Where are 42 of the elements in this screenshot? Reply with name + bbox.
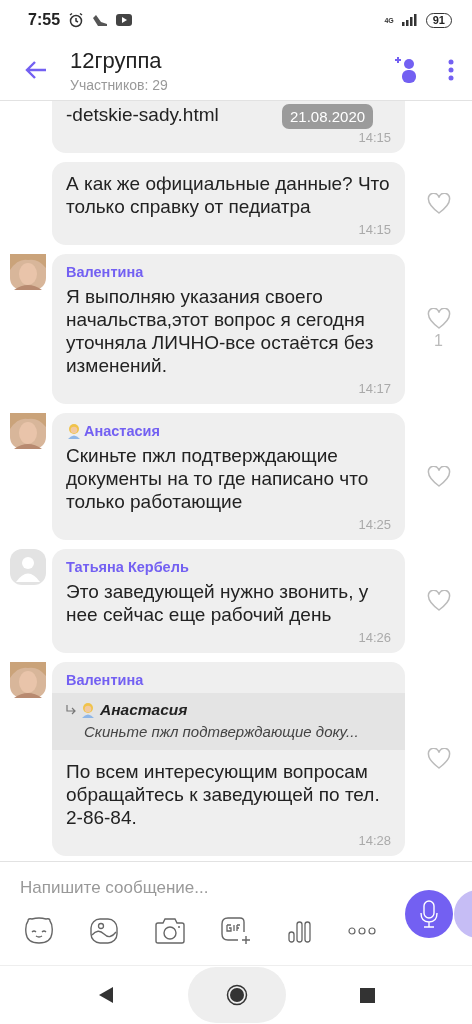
sender-name: Валентина [66, 264, 144, 280]
quoted-sender: Анастасия [100, 701, 188, 719]
sender-name: Татьяна Кербель [66, 559, 189, 575]
message-text: -detskie-sady.html [66, 103, 219, 126]
participants-count: Участников: 29 [70, 76, 168, 93]
sender-name: Валентина [66, 672, 144, 688]
message-bubble[interactable]: А как же официальные данные? Что только справку от педиатра 14:15 [52, 162, 405, 245]
microphone-button[interactable] [405, 890, 453, 938]
message-text: А как же официальные данные? Что только справку от педиатра [66, 172, 391, 218]
message-bubble[interactable]: Валентина Я выполняю указания своего начальства,этот вопрос я сегодня уточняла ЛИЧНО-все остаётся без изменений. 14:17 [52, 254, 405, 404]
message-bubble[interactable]: Валентина Анастасия Скиньте пжл подтверждающие доку... По всем интересующим вопросам обращайтесь к заведующей по тел. 2-86-84. 14:28 [52, 662, 405, 856]
person-emoji-icon [80, 702, 96, 718]
message-time: 14:15 [357, 130, 392, 145]
message-time: 14:26 [357, 630, 392, 645]
signal-icon [401, 14, 418, 26]
chat-title: 12группа [70, 47, 163, 74]
message-text: Это заведующей нужно звонить, у нее сейчас еще рабочий день [66, 580, 370, 626]
more-icon[interactable] [448, 59, 454, 81]
shoe-icon [92, 13, 109, 27]
message-bubble[interactable]: Татьяна Кербель Это заведующей нужно звонить, у нее сейчас еще рабочий день 14:26 [52, 549, 405, 653]
message-input[interactable]: Напишите сообщение... [20, 877, 390, 898]
like-count: 1 [434, 332, 443, 350]
message-time: 14:15 [357, 222, 392, 237]
quoted-text: Скиньте пжл подтверждающие доку... [83, 723, 360, 740]
message-text: Скиньте пжл подтверждающие документы на то где написано что только работающие [66, 444, 370, 513]
microphone-icon[interactable] [419, 899, 439, 929]
nav-home-button[interactable] [187, 967, 286, 1023]
alarm-icon [68, 12, 85, 28]
message-time: 14:25 [357, 517, 392, 532]
quoted-message[interactable]: Анастасия Скиньте пжл подтверждающие доку... [52, 693, 405, 750]
play-icon [116, 14, 133, 26]
message-text: По всем интересующим вопросам обращайтесь к заведующей по тел. 2-86-84. [66, 760, 381, 829]
date-chip: 21.08.2020 [282, 104, 374, 129]
person-emoji-icon [66, 423, 82, 439]
home-circle-icon[interactable] [225, 984, 248, 1006]
message-text: Я выполняю указания своего начальства,этот вопрос я сегодня уточняла ЛИЧНО-все остаётся без изменений. [66, 285, 375, 377]
message-time: 14:17 [357, 381, 392, 396]
sender-name: Анастасия [84, 423, 160, 439]
message-time: 14:28 [357, 833, 392, 848]
reply-arrow-icon [66, 705, 76, 715]
clock-time: 7:55 [28, 11, 61, 29]
message-bubble[interactable]: Анастасия Скиньте пжл подтверждающие документы на то где написано что только работающие 14:25 [52, 413, 405, 540]
